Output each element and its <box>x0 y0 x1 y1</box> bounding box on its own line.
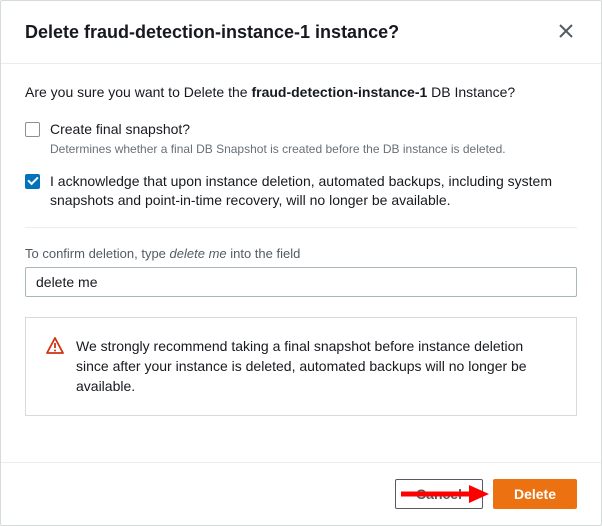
cancel-button[interactable]: Cancel <box>395 479 483 509</box>
acknowledge-label: I acknowledge that upon instance deletio… <box>50 172 577 211</box>
warning-text: We strongly recommend taking a final sna… <box>76 336 556 397</box>
create-snapshot-help: Determines whether a final DB Snapshot i… <box>50 142 506 156</box>
instance-name: fraud-detection-instance-1 <box>251 84 427 100</box>
modal-body: Are you sure you want to Delete the frau… <box>1 64 601 462</box>
create-snapshot-label: Create final snapshot? <box>50 120 506 140</box>
confirm-delete-input[interactable] <box>25 267 577 297</box>
confirm-question: Are you sure you want to Delete the frau… <box>25 84 577 100</box>
modal-header: Delete fraud-detection-instance-1 instan… <box>1 1 601 64</box>
create-snapshot-checkbox[interactable] <box>25 122 40 137</box>
confirm-field-label: To confirm deletion, type delete me into… <box>25 246 577 261</box>
modal-footer: Cancel Delete <box>1 462 601 525</box>
delete-instance-modal: Delete fraud-detection-instance-1 instan… <box>0 0 602 526</box>
close-icon <box>559 22 573 42</box>
create-snapshot-option: Create final snapshot? Determines whethe… <box>25 120 577 156</box>
divider <box>25 227 577 228</box>
acknowledge-option: I acknowledge that upon instance deletio… <box>25 172 577 211</box>
modal-title: Delete fraud-detection-instance-1 instan… <box>25 22 399 43</box>
close-button[interactable] <box>555 19 577 45</box>
warning-alert: We strongly recommend taking a final sna… <box>25 317 577 416</box>
warning-icon <box>46 337 64 355</box>
acknowledge-checkbox[interactable] <box>25 174 40 189</box>
delete-button[interactable]: Delete <box>493 479 577 509</box>
